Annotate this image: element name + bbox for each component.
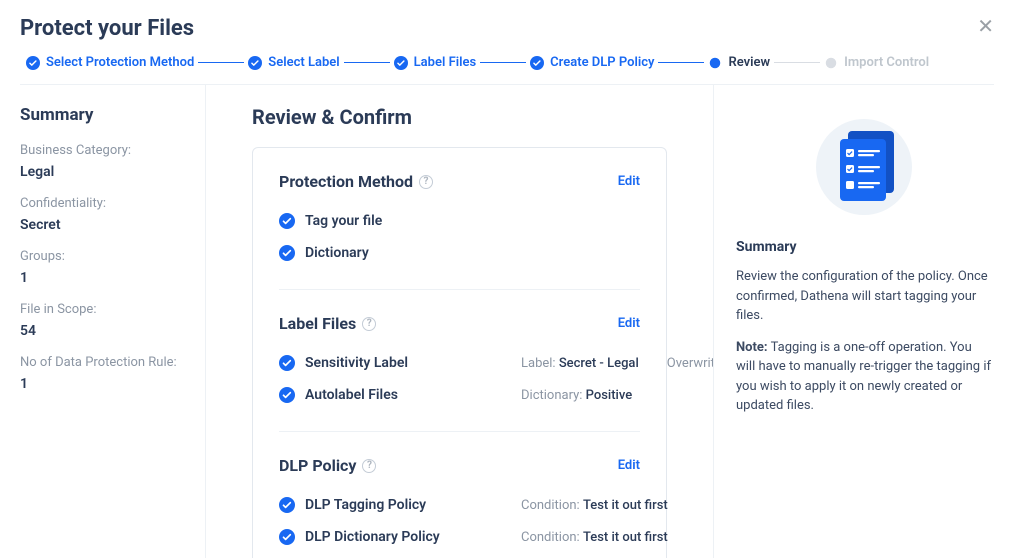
help-icon[interactable]: ? — [362, 459, 376, 473]
review-row: DLP Dictionary Policy Condition: Test it … — [279, 521, 640, 553]
step-connector — [344, 62, 390, 63]
step-connector — [658, 62, 704, 63]
stepper-step-label: Select Protection Method — [46, 55, 194, 70]
summary-field-label: Business Category: — [20, 143, 185, 158]
review-row-attr: Overwrite: Yes — [667, 356, 714, 371]
summary-field-value: Secret — [20, 217, 185, 233]
summary-field-value: 1 — [20, 376, 185, 392]
summary-field: File in Scope: 54 — [20, 302, 185, 339]
review-row-attr: Dictionary: Positive — [521, 388, 632, 403]
checklist-illustration — [736, 111, 992, 217]
review-row-label: Autolabel Files — [305, 387, 511, 403]
page-title: Protect your Files — [20, 16, 994, 41]
review-row-label: DLP Tagging Policy — [305, 497, 511, 513]
review-row: Autolabel Files Dictionary: Positive — [279, 379, 640, 411]
review-section-title: Protection Method? — [279, 172, 433, 191]
review-section-title: Label Files? — [279, 314, 376, 333]
info-panel-title: Summary — [736, 239, 992, 255]
summary-field: Confidentiality: Secret — [20, 196, 185, 233]
review-section: Protection Method? Edit Tag your file Dicti… — [279, 168, 640, 290]
review-section: DLP Policy? Edit DLP Tagging Policy Conditi… — [279, 432, 640, 558]
review-section-title: DLP Policy? — [279, 456, 376, 475]
review-row: Dictionary — [279, 237, 640, 269]
summary-field: Business Category: Legal — [20, 143, 185, 180]
stepper-step-label: Create DLP Policy — [550, 55, 654, 70]
summary-field-label: File in Scope: — [20, 302, 185, 317]
review-row-label: Sensitivity Label — [305, 355, 511, 371]
review-row-label: Tag your file — [305, 213, 511, 229]
check-circle-icon — [279, 497, 295, 513]
summary-field: Groups: 1 — [20, 249, 185, 286]
stepper-step-label: Review — [728, 55, 770, 70]
review-row-label: DLP Dictionary Policy — [305, 529, 511, 545]
check-circle-icon — [26, 56, 40, 70]
check-circle-icon — [279, 355, 295, 371]
review-row-attr: Condition: Test it out first — [521, 498, 668, 513]
stepper-step: Import Control — [824, 55, 929, 70]
close-icon[interactable]: ✕ — [977, 16, 994, 36]
step-connector — [198, 62, 244, 63]
info-panel-text: Review the configuration of the policy. … — [736, 267, 992, 326]
step-dot-icon — [708, 56, 722, 70]
review-row: DLP Tagging Policy Condition: Test it out… — [279, 489, 640, 521]
summary-field-value: 1 — [20, 270, 185, 286]
check-circle-icon — [279, 245, 295, 261]
step-connector — [774, 62, 820, 63]
stepper-step-label: Select Label — [268, 55, 339, 70]
edit-button[interactable]: Edit — [618, 174, 640, 189]
check-circle-icon — [248, 56, 262, 70]
edit-button[interactable]: Edit — [618, 316, 640, 331]
review-row-attrs: Dictionary: Positive — [521, 388, 640, 403]
review-row: Tag your file — [279, 205, 640, 237]
review-panel: Review & Confirm Protection Method? Edit T… — [206, 85, 714, 558]
check-circle-icon — [530, 56, 544, 70]
help-icon[interactable]: ? — [362, 317, 376, 331]
review-row-attrs: Label: Secret - LegalOverwrite: Yes — [521, 356, 645, 371]
sidebar-summary-title: Summary — [20, 105, 185, 125]
check-circle-icon — [279, 529, 295, 545]
stepper-step[interactable]: Select Label — [248, 55, 339, 70]
stepper-step-label: Import Control — [844, 55, 929, 70]
summary-field-value: Legal — [20, 164, 185, 180]
review-row: Dictionary: Positive — [279, 553, 640, 558]
edit-button[interactable]: Edit — [618, 458, 640, 473]
stepper-step[interactable]: Select Protection Method — [26, 55, 194, 70]
summary-field-label: Confidentiality: — [20, 196, 185, 211]
review-row-attrs: Condition: Test it out first — [521, 530, 640, 545]
check-circle-icon — [394, 56, 408, 70]
stepper: Select Protection Method Select Label Labe… — [20, 55, 994, 85]
stepper-step[interactable]: Create DLP Policy — [530, 55, 654, 70]
stepper-step-label: Label Files — [414, 55, 477, 70]
review-row-attr: Condition: Test it out first — [521, 530, 668, 545]
info-panel: Summary Review the configuration of the … — [714, 85, 1014, 558]
step-connector — [480, 62, 526, 63]
summary-field-label: Groups: — [20, 249, 185, 264]
review-section: Label Files? Edit Sensitivity Label Label: … — [279, 290, 640, 432]
review-row-attrs: Condition: Test it out first — [521, 498, 640, 513]
summary-field-value: 54 — [20, 323, 185, 339]
stepper-step[interactable]: Review — [708, 55, 770, 70]
info-panel-note: Note: Tagging is a one-off operation. Yo… — [736, 338, 992, 416]
review-row-label: Dictionary — [305, 245, 511, 261]
summary-field-label: No of Data Protection Rule: — [20, 355, 185, 370]
sidebar-summary: Summary Business Category: Legal Confident… — [0, 85, 206, 558]
summary-field: No of Data Protection Rule: 1 — [20, 355, 185, 392]
review-row-attr: Label: Secret - Legal — [521, 356, 639, 371]
check-circle-icon — [279, 213, 295, 229]
help-icon[interactable]: ? — [419, 175, 433, 189]
step-dot-icon — [824, 56, 838, 70]
review-panel-title: Review & Confirm — [252, 105, 667, 129]
stepper-step[interactable]: Label Files — [394, 55, 477, 70]
review-row: Sensitivity LabelLabel: Secret - LegalOv… — [279, 347, 640, 379]
check-circle-icon — [279, 387, 295, 403]
